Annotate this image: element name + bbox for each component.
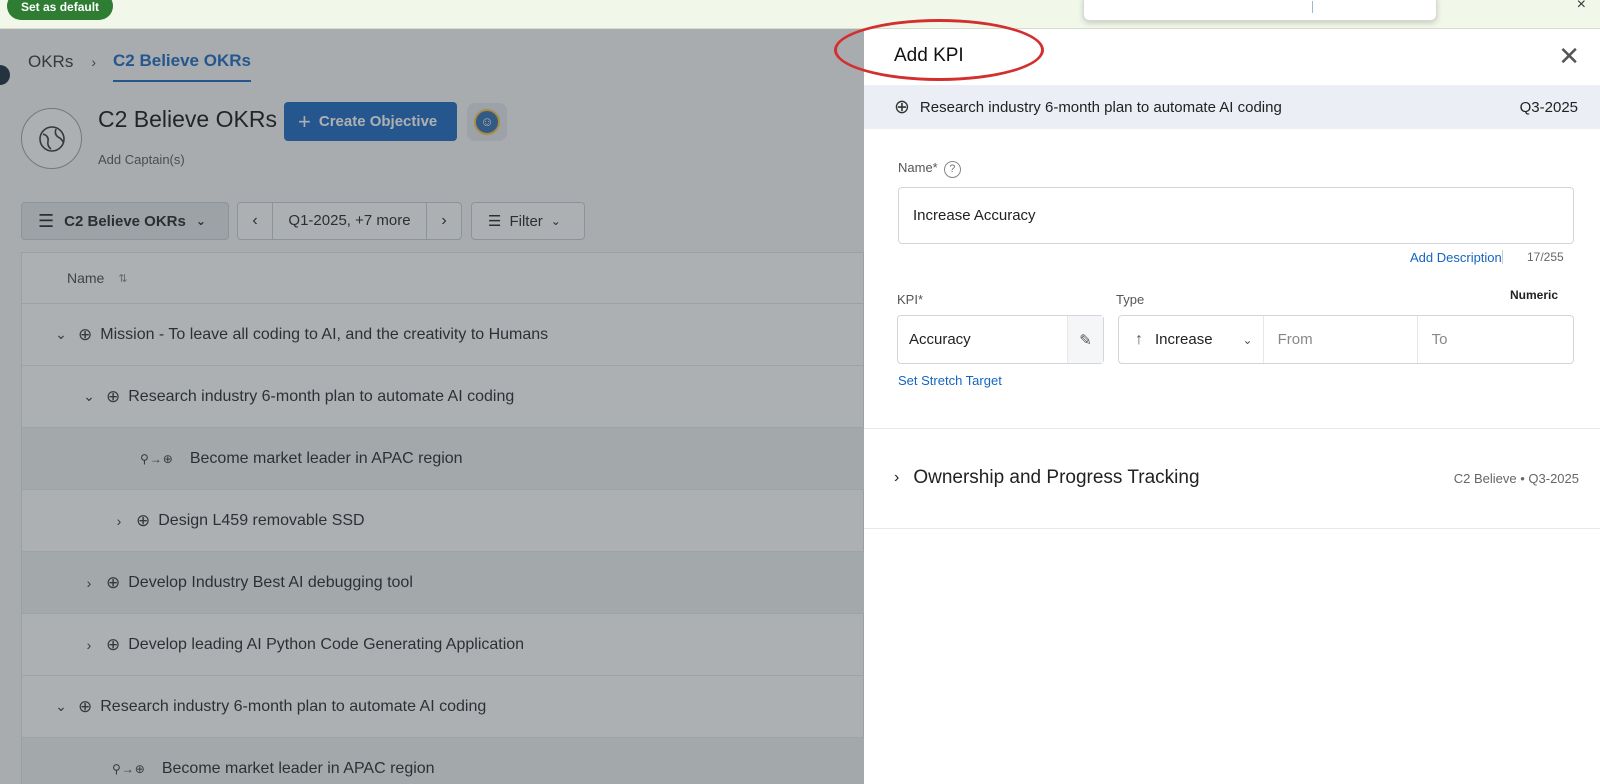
expand-toggle-icon[interactable]: ⌄ bbox=[52, 326, 70, 343]
next-period-button[interactable]: › bbox=[427, 203, 461, 239]
kpi-name-input[interactable]: Increase Accuracy bbox=[898, 187, 1574, 244]
globe-icon bbox=[21, 108, 82, 169]
plus-icon: + bbox=[298, 108, 311, 134]
expand-toggle-icon[interactable]: › bbox=[110, 513, 128, 529]
sidebar-toggle-icon[interactable] bbox=[0, 65, 10, 85]
okr-page: OKRs › C2 Believe OKRs C2 Believe OKRs +… bbox=[0, 29, 864, 784]
row-title: Become market leader in APAC region bbox=[161, 759, 435, 777]
create-objective-button[interactable]: + Create Objective bbox=[284, 102, 457, 141]
create-objective-label: Create Objective bbox=[318, 113, 438, 130]
okr-table: Name ⇅ ⌄ ⊕ Mission - To leave all coding… bbox=[21, 252, 864, 784]
row-title: Research industry 6-month plan to automa… bbox=[100, 697, 487, 715]
page-title: C2 Believe OKRs bbox=[98, 106, 277, 132]
target-icon: ⊕ bbox=[106, 572, 121, 592]
arrow-up-icon: ↑ bbox=[1135, 330, 1143, 348]
add-kpi-drawer: Add KPI ✕ ⊕ Research industry 6-month pl… bbox=[834, 19, 1600, 784]
ownership-title: Ownership and Progress Tracking bbox=[913, 467, 1200, 488]
table-row[interactable]: ⌄ ⊕ Research industry 6-month plan to au… bbox=[22, 366, 864, 428]
breadcrumb-okrs[interactable]: OKRs bbox=[28, 52, 73, 72]
row-title: Develop Industry Best AI debugging tool bbox=[128, 573, 413, 591]
okr-selector-dropdown[interactable]: ☰ C2 Believe OKRs ⌄ bbox=[21, 202, 229, 240]
expand-toggle-icon[interactable]: › bbox=[80, 575, 98, 591]
chevron-down-icon: ⌄ bbox=[550, 214, 561, 228]
close-icon[interactable]: ✕ bbox=[1558, 41, 1580, 72]
kpi-field-label: KPI* bbox=[897, 292, 924, 307]
expand-toggle-icon[interactable]: ⌄ bbox=[80, 388, 98, 405]
parent-objective-title: Research industry 6-month plan to automa… bbox=[919, 98, 1282, 116]
ownership-section-toggle[interactable]: › Ownership and Progress Tracking bbox=[894, 467, 1200, 489]
filter-icon: ☰ bbox=[488, 213, 502, 230]
expand-toggle-icon[interactable]: ⌄ bbox=[52, 698, 70, 715]
toast-divider bbox=[1312, 1, 1313, 13]
row-title: Mission - To leave all coding to AI, and… bbox=[100, 325, 549, 343]
sort-icon[interactable]: ⇅ bbox=[118, 272, 127, 285]
kpi-input[interactable]: Accuracy ✎ bbox=[897, 315, 1104, 364]
okr-toolbar: ☰ C2 Believe OKRs ⌄ ‹ Q1-2025, +7 more ›… bbox=[21, 202, 585, 240]
target-icon: ⊕ bbox=[894, 96, 910, 118]
set-stretch-target-link[interactable]: Set Stretch Target bbox=[898, 373, 1002, 388]
key-result-link-icon: ⚲→⊕ bbox=[112, 761, 146, 776]
banner-close-icon[interactable]: × bbox=[1577, 0, 1586, 13]
kpi-input-value[interactable]: Accuracy bbox=[898, 331, 1067, 348]
type-target-group: ↑ Increase ⌄ From To bbox=[1118, 315, 1574, 364]
numeric-label: Numeric bbox=[1510, 288, 1559, 302]
pencil-icon[interactable]: ✎ bbox=[1067, 316, 1103, 363]
filter-button[interactable]: ☰ Filter ⌄ bbox=[471, 202, 585, 240]
from-input[interactable]: From bbox=[1262, 316, 1417, 363]
period-selector: ‹ Q1-2025, +7 more › bbox=[237, 202, 462, 240]
expand-toggle-icon[interactable]: › bbox=[80, 637, 98, 653]
breadcrumb: OKRs › C2 Believe OKRs bbox=[28, 42, 251, 82]
annotation-highlight-ring bbox=[834, 19, 1044, 81]
column-header-name[interactable]: Name bbox=[67, 270, 104, 286]
table-row[interactable]: › ⊕ Design L459 removable SSD bbox=[22, 490, 864, 552]
row-title: Become market leader in APAC region bbox=[189, 449, 463, 467]
okr-selector-label: C2 Believe OKRs bbox=[64, 212, 186, 230]
team-mascot-avatar[interactable]: ☺ bbox=[467, 103, 507, 141]
target-icon: ⊕ bbox=[78, 324, 93, 344]
row-title: Design L459 removable SSD bbox=[158, 511, 365, 529]
target-icon: ⊕ bbox=[78, 696, 93, 716]
target-icon: ⊕ bbox=[136, 510, 151, 530]
target-icon: ⊕ bbox=[106, 386, 121, 406]
name-label-text: Name* bbox=[898, 160, 938, 175]
chevron-down-icon[interactable]: ⌄ bbox=[1243, 333, 1253, 347]
filter-label: Filter bbox=[509, 212, 543, 230]
chevron-down-icon: ⌄ bbox=[195, 214, 206, 228]
parent-objective-period: Q3-2025 bbox=[1519, 98, 1578, 116]
chevron-right-icon: › bbox=[894, 469, 900, 486]
table-row[interactable]: › ⊕ Develop Industry Best AI debugging t… bbox=[22, 552, 864, 614]
parent-objective-bar: ⊕ Research industry 6-month plan to auto… bbox=[864, 85, 1600, 129]
row-title: Research industry 6-month plan to automa… bbox=[128, 387, 515, 405]
section-divider bbox=[864, 428, 1600, 429]
table-row[interactable]: ⌄ ⊕ Mission - To leave all coding to AI,… bbox=[22, 304, 864, 366]
mascot-icon: ☺ bbox=[474, 109, 500, 135]
period-label[interactable]: Q1-2025, +7 more bbox=[272, 203, 427, 239]
table-row[interactable]: ⌄ ⊕ Research industry 6-month plan to au… bbox=[22, 676, 864, 738]
table-row[interactable]: ⚲→⊕ Become market leader in APAC region bbox=[22, 428, 864, 490]
table-row[interactable]: › ⊕ Develop leading AI Python Code Gener… bbox=[22, 614, 864, 676]
target-icon: ⊕ bbox=[106, 634, 121, 654]
toast-notification bbox=[1083, 0, 1437, 21]
type-field-label: Type bbox=[1116, 292, 1145, 307]
add-captains-link[interactable]: Add Captain(s) bbox=[98, 152, 185, 167]
to-input[interactable]: To bbox=[1416, 316, 1573, 363]
character-counter: 17/255 bbox=[1502, 250, 1564, 264]
type-select[interactable]: Increase bbox=[1155, 331, 1213, 348]
help-icon[interactable]: ? bbox=[943, 161, 961, 178]
set-as-default-button[interactable]: Set as default bbox=[7, 0, 114, 20]
table-row[interactable]: ⚲→⊕ Become market leader in APAC region bbox=[22, 738, 864, 784]
table-header: Name ⇅ bbox=[22, 253, 863, 304]
breadcrumb-chevron-icon: › bbox=[91, 54, 97, 70]
previous-period-button[interactable]: ‹ bbox=[238, 203, 272, 239]
menu-icon: ☰ bbox=[38, 210, 55, 231]
row-title: Develop leading AI Python Code Generatin… bbox=[128, 635, 525, 653]
key-result-link-icon: ⚲→⊕ bbox=[140, 451, 174, 466]
section-divider bbox=[864, 528, 1600, 529]
name-field-label: Name*? bbox=[898, 160, 961, 178]
add-description-link[interactable]: Add Description bbox=[1410, 250, 1502, 265]
breadcrumb-current[interactable]: C2 Believe OKRs bbox=[113, 51, 251, 82]
globe-svg bbox=[38, 125, 65, 152]
notification-banner: Set as default × bbox=[0, 0, 1600, 29]
ownership-meta: C2 Believe • Q3-2025 bbox=[1453, 471, 1579, 486]
